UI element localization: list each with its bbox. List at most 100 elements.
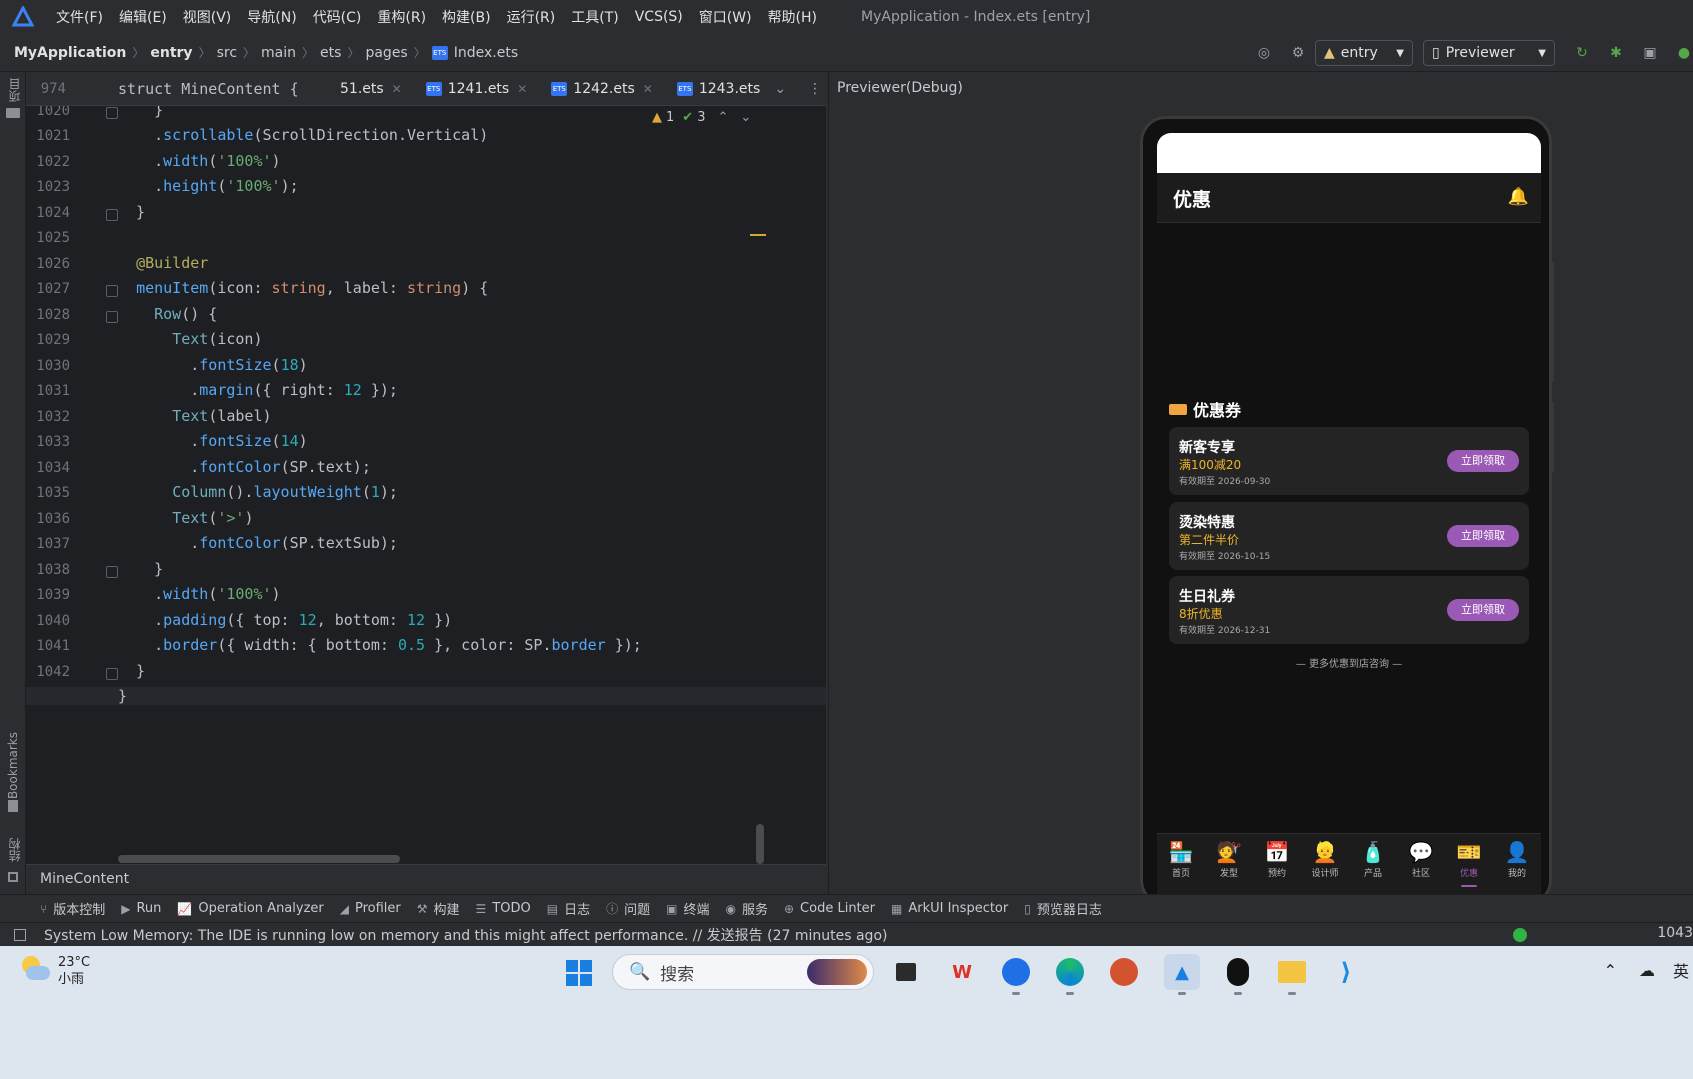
breadcrumb-src[interactable]: src xyxy=(217,45,237,61)
code-line[interactable]: Column().layoutWeight(1); xyxy=(118,483,398,501)
tool-run[interactable]: ▶ Run xyxy=(121,901,161,916)
sticky-scope-header[interactable]: 974 struct MineContent { xyxy=(26,72,326,106)
code-line[interactable]: .height('100%'); xyxy=(118,177,299,195)
status-message[interactable]: System Low Memory: The IDE is running lo… xyxy=(44,925,887,945)
tool-todo[interactable]: ☰ TODO xyxy=(476,901,531,916)
tool-profiler[interactable]: ◢ Profiler xyxy=(340,901,401,916)
fold-marker-icon[interactable] xyxy=(106,667,118,680)
powerpoint-icon[interactable] xyxy=(1106,954,1142,990)
tool-previewer-log[interactable]: ▯ 预览器日志 xyxy=(1024,899,1102,919)
wps-icon[interactable]: W xyxy=(944,954,980,990)
tool-build[interactable]: ⚒ 构建 xyxy=(417,899,460,919)
line-number[interactable]: 1022 xyxy=(26,154,70,170)
panel-toggle-icon[interactable] xyxy=(14,928,26,941)
code-line[interactable]: .scrollable(ScrollDirection.Vertical) xyxy=(118,126,488,144)
line-number[interactable]: 1024 xyxy=(26,205,70,221)
code-line[interactable]: .width('100%') xyxy=(118,152,280,170)
line-number[interactable]: 1034 xyxy=(26,460,70,476)
tool-problems[interactable]: ⓘ 问题 xyxy=(606,899,650,918)
claim-button[interactable]: 立即领取 xyxy=(1447,525,1519,547)
fold-marker-icon[interactable] xyxy=(106,310,118,323)
menu-window[interactable]: 窗口(W) xyxy=(691,7,760,27)
target-icon[interactable]: ◎ xyxy=(1255,44,1273,62)
line-number[interactable]: 1039 xyxy=(26,587,70,603)
rerun-icon[interactable]: ↻ xyxy=(1573,44,1591,62)
vscode-icon[interactable]: ⟩ xyxy=(1328,954,1364,990)
profile-icon[interactable]: ● xyxy=(1675,44,1693,62)
network-icon[interactable]: ☁ xyxy=(1639,961,1655,980)
more-actions-icon[interactable]: ⋮ xyxy=(808,81,822,97)
line-number[interactable]: 1035 xyxy=(26,485,70,501)
line-number[interactable]: 1025 xyxy=(26,230,70,246)
code-line[interactable]: @Builder xyxy=(118,254,208,272)
line-number[interactable]: 1036 xyxy=(26,511,70,527)
horizontal-scrollbar[interactable] xyxy=(118,855,400,863)
breadcrumb-pages[interactable]: pages xyxy=(365,45,407,61)
line-number[interactable]: 1028 xyxy=(26,307,70,323)
menu-help[interactable]: 帮助(H) xyxy=(760,7,825,27)
code-line[interactable]: Row() { xyxy=(118,305,217,323)
menu-code[interactable]: 代码(C) xyxy=(305,7,370,27)
app-tab-offers[interactable]: 🎫 优惠 xyxy=(1445,834,1493,895)
taskbar-search[interactable]: 🔍 搜索 xyxy=(612,954,874,990)
device-manager-icon[interactable]: ⚙ xyxy=(1289,44,1307,62)
tabs-overflow-chevron-icon[interactable]: ⌄ xyxy=(774,81,786,97)
tool-vcs[interactable]: ⑂ 版本控制 xyxy=(40,899,105,919)
tool-code-linter[interactable]: ⊕ Code Linter xyxy=(784,901,875,916)
breadcrumb-main[interactable]: main xyxy=(261,45,296,61)
code-line[interactable]: } xyxy=(118,203,145,221)
close-icon[interactable]: ✕ xyxy=(392,82,402,96)
code-line[interactable]: } xyxy=(118,560,163,578)
tool-arkui-inspector[interactable]: ▦ ArkUI Inspector xyxy=(891,901,1008,916)
line-number[interactable]: 1023 xyxy=(26,179,70,195)
code-line[interactable]: .fontColor(SP.text); xyxy=(118,458,371,476)
menu-refactor[interactable]: 重构(R) xyxy=(369,7,434,27)
fold-marker-icon[interactable] xyxy=(106,285,118,297)
tool-log[interactable]: ▤ 日志 xyxy=(547,899,590,919)
breadcrumb-module[interactable]: entry xyxy=(150,45,192,61)
breadcrumb-project[interactable]: MyApplication xyxy=(14,45,126,61)
code-line[interactable]: menuItem(icon: string, label: string) { xyxy=(118,279,488,297)
code-line[interactable]: } xyxy=(118,662,145,680)
code-line[interactable]: .margin({ right: 12 }); xyxy=(118,381,398,399)
line-number[interactable]: 1041 xyxy=(26,638,70,654)
folder-icon[interactable] xyxy=(6,108,20,118)
menu-view[interactable]: 视图(V) xyxy=(175,7,240,27)
menu-file[interactable]: 文件(F) xyxy=(48,7,111,27)
menu-tools[interactable]: 工具(T) xyxy=(563,7,626,27)
feishu-icon[interactable] xyxy=(998,954,1034,995)
task-view-icon[interactable] xyxy=(888,954,924,990)
ime-indicator[interactable]: 英 xyxy=(1673,958,1689,982)
breadcrumb-file[interactable]: Index.ets xyxy=(454,45,518,61)
attach-debugger-icon[interactable]: ▣ xyxy=(1641,44,1659,62)
scope-breadcrumb[interactable]: MineContent xyxy=(40,871,129,887)
bookmark-icon[interactable] xyxy=(8,800,18,812)
weather-widget[interactable]: 23°C 小雨 xyxy=(20,954,90,988)
fold-marker-icon[interactable] xyxy=(106,565,118,578)
code-line[interactable]: .padding({ top: 12, bottom: 12 }) xyxy=(118,611,452,629)
run-config-selector[interactable]: ▯ Previewer ▼ xyxy=(1423,40,1555,66)
menu-navigate[interactable]: 导航(N) xyxy=(239,7,304,27)
code-line[interactable]: .fontColor(SP.textSub); xyxy=(118,534,398,552)
vertical-scrollbar[interactable] xyxy=(756,824,764,864)
code-area[interactable]: .alignItems(HorizontalAlign.Center); } .… xyxy=(26,72,826,932)
line-number[interactable]: 1038 xyxy=(26,562,70,578)
line-number[interactable]: 1033 xyxy=(26,434,70,450)
code-line[interactable]: Text('>') xyxy=(118,509,253,527)
line-number[interactable]: 1030 xyxy=(26,358,70,374)
code-line[interactable]: Text(icon) xyxy=(118,330,262,348)
qq-icon[interactable] xyxy=(1220,954,1256,995)
menu-edit[interactable]: 编辑(E) xyxy=(111,7,175,27)
start-button[interactable] xyxy=(566,960,592,986)
app-tab-home[interactable]: 🏪 首页 xyxy=(1157,834,1205,895)
app-tab-stylist[interactable]: 👱 设计师 xyxy=(1301,834,1349,895)
module-selector[interactable]: ▲ entry ▼ xyxy=(1315,40,1413,66)
edge-icon[interactable] xyxy=(1052,954,1088,995)
bookmarks-tool-label[interactable]: Bookmarks xyxy=(6,732,20,799)
bell-icon[interactable]: 🔔 xyxy=(1508,187,1529,207)
app-tab-booking[interactable]: 📅 预约 xyxy=(1253,834,1301,895)
app-tab-mine[interactable]: 👤 我的 xyxy=(1493,834,1541,895)
tab-1242-ets[interactable]: ETS 1242.ets ✕ xyxy=(539,72,665,106)
line-number[interactable]: 1029 xyxy=(26,332,70,348)
tab-1241-ets[interactable]: ETS 1241.ets ✕ xyxy=(414,72,540,106)
